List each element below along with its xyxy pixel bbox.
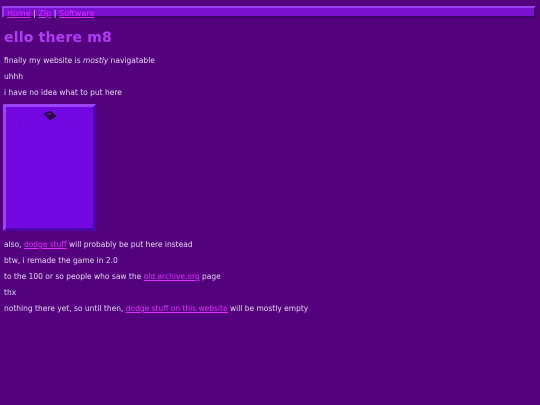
page-title: ello there m8: [4, 30, 112, 46]
player-ship-detail: [47, 113, 51, 115]
text: page: [199, 272, 221, 281]
paragraph-navigatable: finally my website is mostly navigatable: [4, 56, 155, 66]
paragraph-remade: btw, i remade the game in 2.0: [4, 256, 118, 265]
nav-link-software[interactable]: Software: [59, 9, 94, 18]
nav-link-home[interactable]: Home: [7, 9, 31, 18]
dodge-stuff-link[interactable]: dodge stuff: [24, 240, 67, 249]
game-canvas[interactable]: [3, 104, 96, 231]
paragraph-no-idea: i have no idea what to put here: [4, 88, 122, 97]
nav-link-zip[interactable]: Zip: [38, 9, 51, 18]
text: will probably be put here instead: [66, 240, 193, 249]
text: to the 100 or so people who saw the: [4, 272, 144, 281]
enemy-dot: [20, 124, 21, 125]
enemy-dot: [73, 126, 74, 127]
nav-separator: |: [53, 9, 57, 18]
player-ship-icon: [43, 110, 57, 121]
paragraph-dodge-stuff: also, dodge stuff will probably be put h…: [4, 240, 193, 250]
nav-separator: |: [33, 9, 36, 18]
text: nothing there yet, so until then,: [4, 304, 126, 313]
game-sprites: [20, 110, 74, 127]
top-nav-bar: Home | Zip | Software: [2, 6, 536, 18]
text: also,: [4, 240, 24, 249]
dodge-stuff-website-link[interactable]: dodge stuff on this website: [126, 304, 228, 313]
text: navigatable: [108, 56, 155, 65]
paragraph-archive: to the 100 or so people who saw the old.…: [4, 272, 221, 282]
text: will be mostly empty: [227, 304, 309, 313]
paragraph-nothing-there: nothing there yet, so until then, dodge …: [4, 304, 308, 314]
paragraph-thx: thx: [4, 288, 17, 297]
paragraph-uhhh: uhhh: [4, 72, 24, 81]
emphasis-text: mostly: [83, 56, 109, 65]
archive-link[interactable]: old.archive.org: [144, 272, 200, 281]
text: finally my website is: [4, 56, 84, 65]
